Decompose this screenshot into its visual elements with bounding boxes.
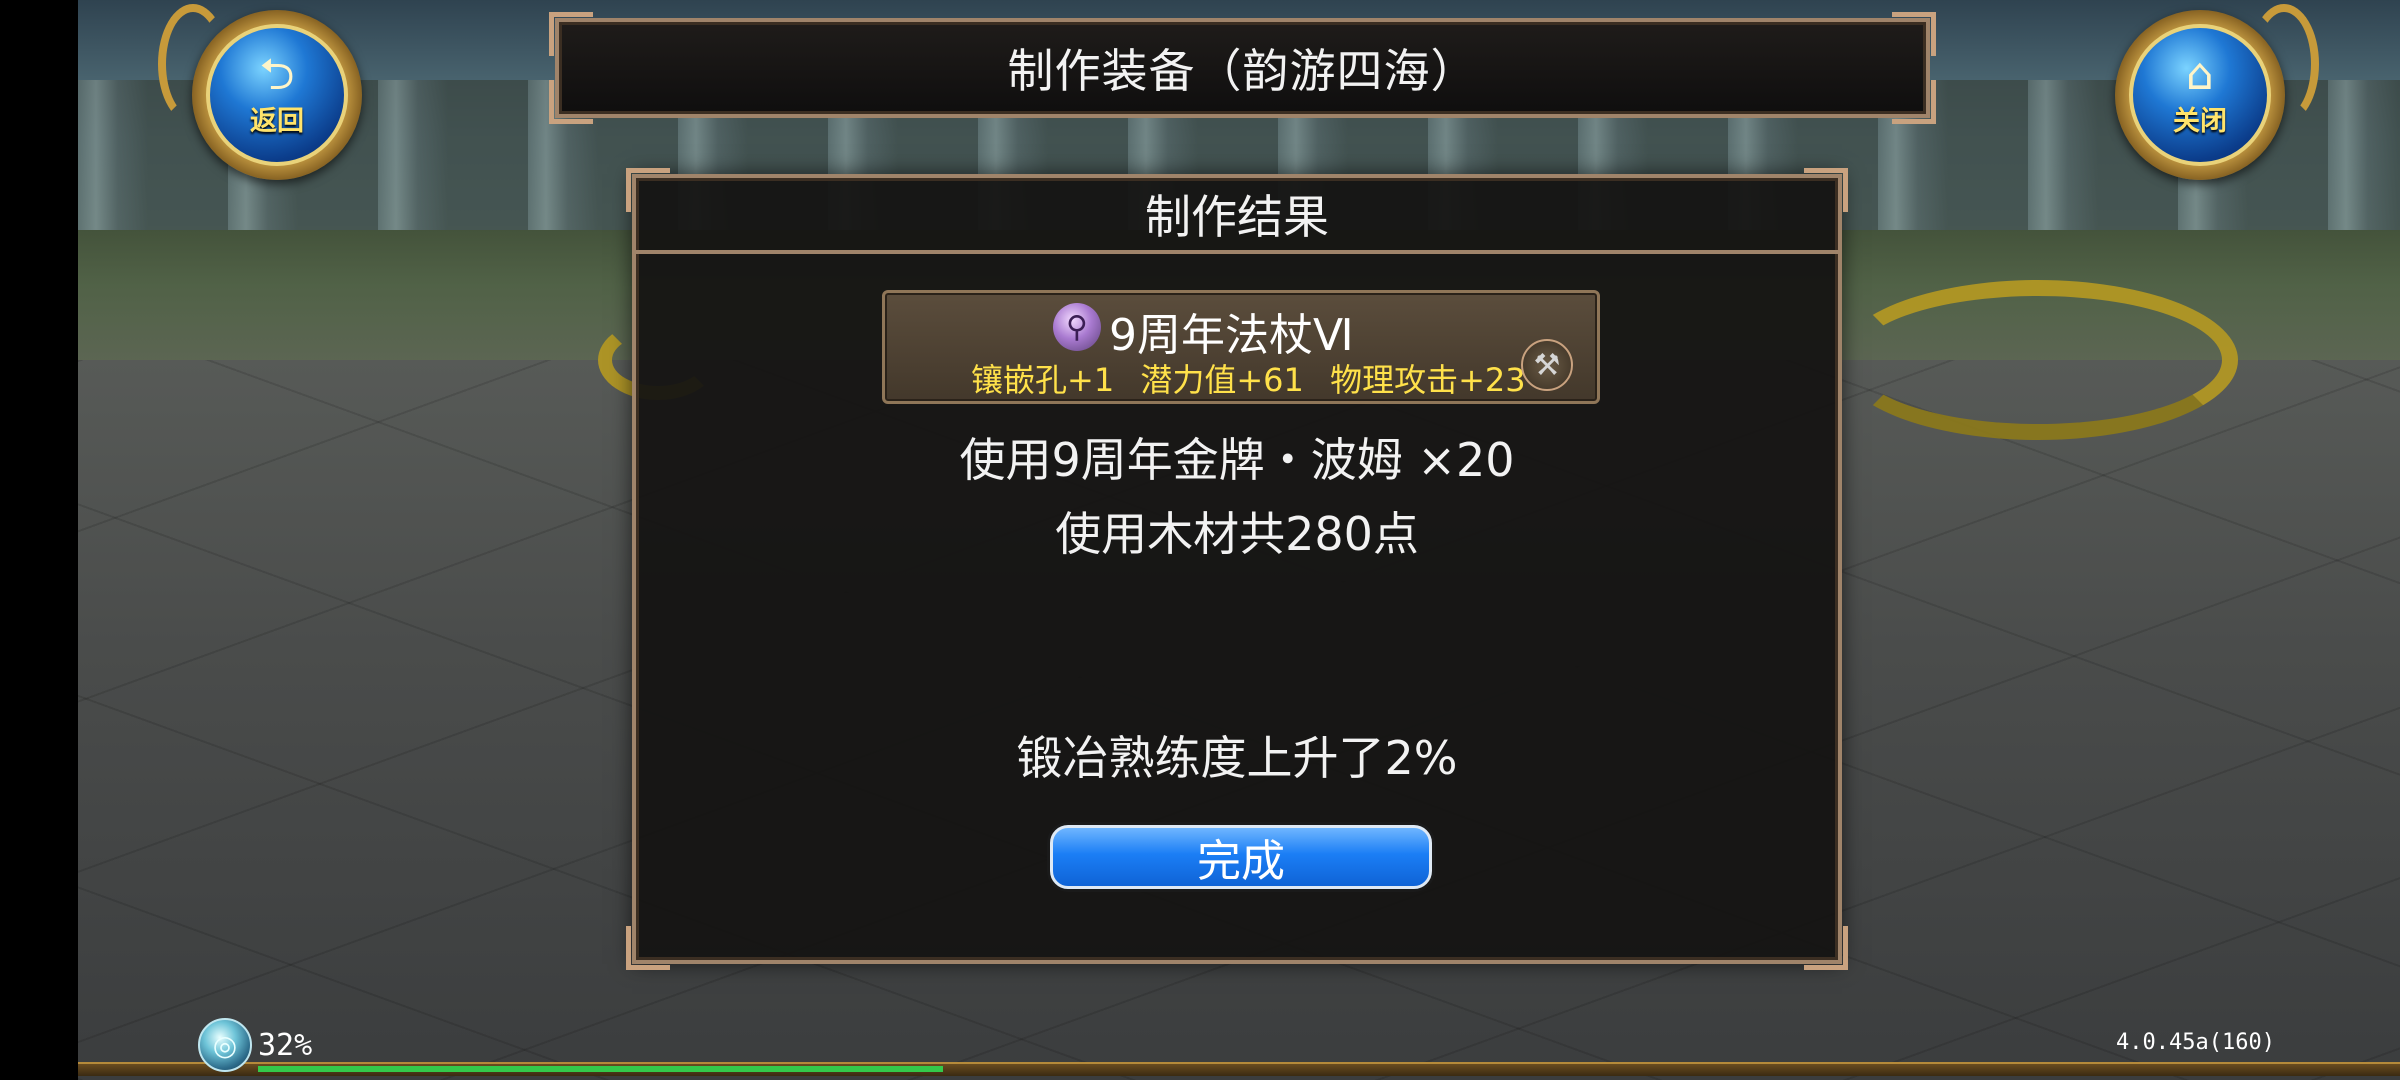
ornament	[2249, 4, 2319, 124]
wood-used-text: 使用木材共280点	[1055, 507, 1419, 561]
item-name: 9周年法杖Ⅵ	[1109, 310, 1354, 361]
scene-gold-ring	[1838, 280, 2238, 440]
corner-ornament	[1804, 926, 1848, 970]
skill-up-text: 锻冶熟练度上升了2%	[1016, 731, 1458, 785]
orb-icon[interactable]: ◎	[198, 1018, 252, 1072]
anvil-icon[interactable]: ⚒	[1521, 339, 1573, 391]
close-button[interactable]: ⌂ 关闭	[2115, 4, 2319, 180]
corner-ornament	[1892, 12, 1936, 56]
ornament	[158, 4, 228, 124]
corner-ornament	[549, 80, 593, 124]
back-button-label: 返回	[250, 105, 304, 137]
done-button[interactable]: 完成	[1050, 825, 1432, 889]
item-stat: 潜力值+61	[1140, 361, 1304, 399]
version-text: 4.0.45a(160)	[2116, 1030, 2275, 1055]
close-button-label: 关闭	[2173, 105, 2227, 137]
title-bar: 制作装备（韵游四海）	[549, 12, 1936, 124]
corner-ornament	[626, 926, 670, 970]
item-stats: 镶嵌孔+1 潜力值+61 物理攻击+23	[971, 355, 1542, 401]
home-icon: ⌂	[2186, 48, 2214, 100]
dialog-title: 制作结果	[1145, 190, 1329, 244]
dialog-header: 制作结果	[636, 178, 1838, 254]
exp-percent: 32%	[258, 1028, 313, 1063]
page-title: 制作装备（韵游四海）	[1007, 44, 1478, 98]
item-stat: 物理攻击+23	[1330, 361, 1526, 399]
craft-result-dialog: 制作结果 ⚲ 9周年法杖Ⅵ 镶嵌孔+1 潜力值+61 物理攻击+23 ⚒ 使用9…	[626, 168, 1848, 970]
back-button-face: ⮌ 返回	[206, 24, 348, 166]
corner-ornament	[549, 12, 593, 56]
back-button[interactable]: ⮌ 返回	[158, 4, 362, 180]
back-arrow-icon: ⮌	[259, 48, 295, 100]
crafted-item-card[interactable]: ⚲ 9周年法杖Ⅵ 镶嵌孔+1 潜力值+61 物理攻击+23 ⚒	[882, 290, 1600, 404]
staff-icon: ⚲	[1053, 303, 1101, 351]
exp-bar-fill	[258, 1066, 943, 1072]
item-stat: 镶嵌孔+1	[971, 361, 1115, 399]
corner-ornament	[1892, 80, 1936, 124]
material-used-text: 使用9周年金牌・波姆 ×20	[959, 433, 1515, 487]
